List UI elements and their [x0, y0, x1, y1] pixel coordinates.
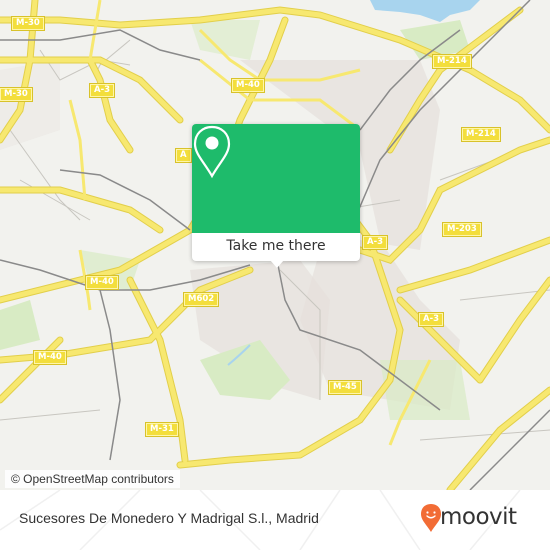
road-label-m602: M602 [182, 292, 220, 307]
road-label-a3: A-3 [417, 312, 445, 327]
road-label-m40: M-40 [85, 275, 119, 290]
road-label-m45: M-45 [328, 380, 362, 395]
road-label-m30: M-30 [11, 16, 45, 31]
road-label-m214: M-214 [432, 54, 472, 69]
road-label-a3: A-3 [88, 83, 116, 98]
footer: Sucesores De Monedero Y Madrigal S.l., M… [0, 490, 550, 550]
popup-header [192, 124, 360, 233]
road-label-m214: M-214 [461, 127, 501, 142]
road-label-m40: M-40 [33, 350, 67, 365]
take-me-there-button[interactable]: Take me there [192, 233, 360, 261]
road-label-m203: M-203 [442, 222, 482, 237]
map-view[interactable]: M-30 M-30 A-3 M-40 M-214 M-214 A A-3 M-2… [0, 0, 550, 490]
map-pin-icon [193, 125, 231, 179]
road-label-m30: M-30 [0, 87, 33, 102]
road-label-a: A [175, 148, 192, 163]
road-label-m31: M-31 [145, 422, 179, 437]
popup-pointer [270, 260, 284, 268]
road-label-m40: M-40 [231, 78, 265, 93]
place-title: Sucesores De Monedero Y Madrigal S.l., M… [19, 510, 319, 526]
map-attribution[interactable]: © OpenStreetMap contributors [5, 470, 180, 488]
location-popup: Take me there [192, 124, 360, 268]
park [0, 300, 40, 350]
moovit-pin-icon [421, 504, 441, 532]
road-label-a3: A-3 [361, 235, 389, 250]
water-body [370, 0, 480, 22]
moovit-wordmark: moovit [440, 504, 517, 530]
